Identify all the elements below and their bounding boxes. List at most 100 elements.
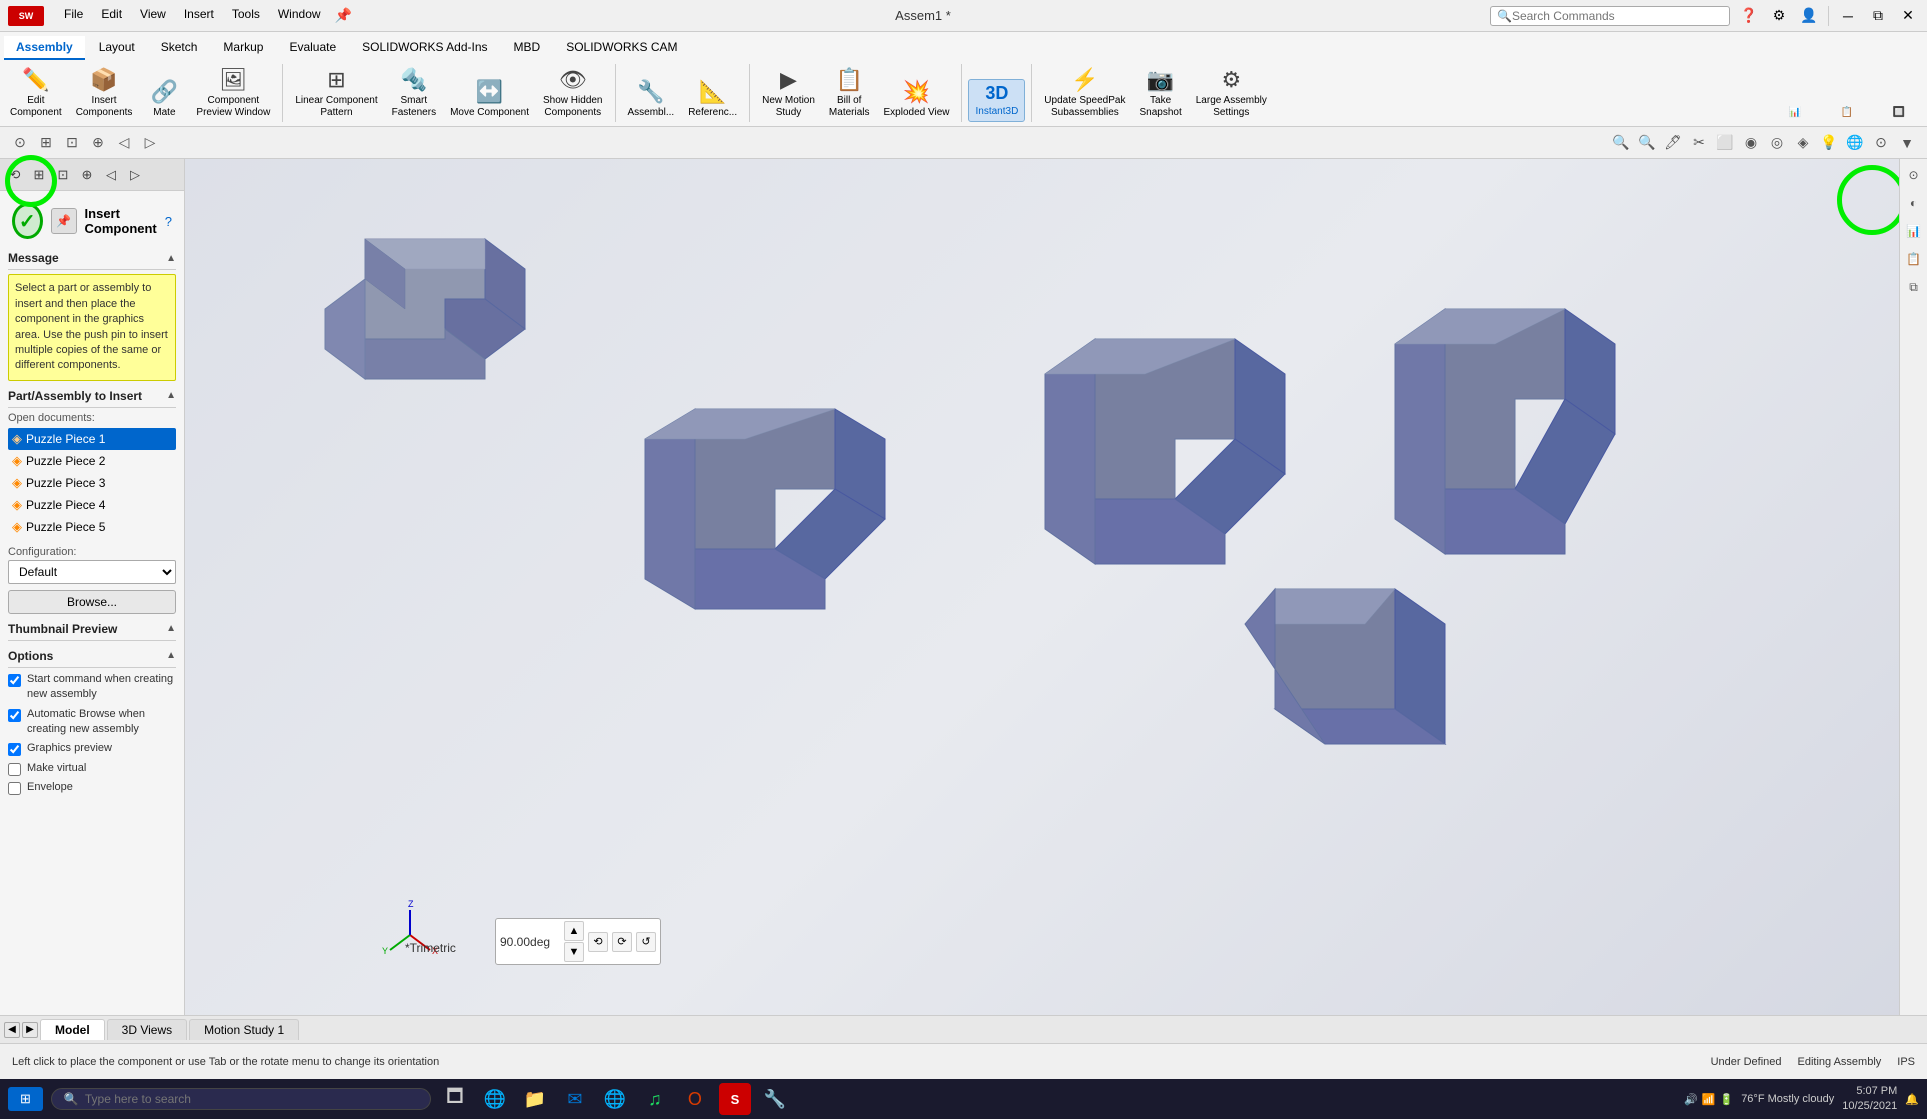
right-panel-3[interactable]: 🔲 [1875, 104, 1923, 122]
edit-app-btn[interactable]: ◈ [1791, 131, 1815, 155]
menu-window[interactable]: Window [270, 4, 329, 27]
tab-markup[interactable]: Markup [211, 36, 275, 60]
rotate-btn[interactable]: ✂ [1687, 131, 1711, 155]
notification-btn[interactable]: 🔔 [1905, 1093, 1919, 1106]
panel-tool-5[interactable]: ◁ [100, 164, 122, 186]
push-pin-button[interactable]: 📌 [51, 208, 77, 234]
edit-component-button[interactable]: ✏️ EditComponent [4, 64, 68, 122]
reference-button[interactable]: 📐 Referenc... [682, 76, 743, 122]
exploded-view-button[interactable]: 💥 Exploded View [878, 76, 956, 122]
menu-edit[interactable]: Edit [93, 4, 130, 27]
panel-tool-6[interactable]: ▷ [124, 164, 146, 186]
scene-btn[interactable]: 🌐 [1843, 131, 1867, 155]
rotation-down-btn[interactable]: ▼ [564, 942, 584, 962]
move-component-button[interactable]: ↔️ Move Component [444, 76, 535, 122]
section-view-btn[interactable]: ⬜ [1713, 131, 1737, 155]
hide-show-btn[interactable]: ◎ [1765, 131, 1789, 155]
search-commands-input[interactable] [1512, 9, 1712, 23]
linear-pattern-button[interactable]: ⊞ Linear ComponentPattern [289, 64, 383, 122]
rotation-preset-3-btn[interactable]: ↺ [636, 932, 656, 952]
tab-solidworks-cam[interactable]: SOLIDWORKS CAM [554, 36, 689, 60]
display-style-btn[interactable]: ◉ [1739, 131, 1763, 155]
tray-icon-1[interactable]: 🔊 [1684, 1093, 1698, 1106]
search-commands-box[interactable]: 🔍 [1490, 6, 1730, 26]
large-assembly-button[interactable]: ⚙ Large AssemblySettings [1190, 64, 1273, 122]
option-envelope-checkbox[interactable] [8, 782, 21, 795]
prev-view-btn[interactable]: ◁ [112, 131, 136, 155]
options-section-header[interactable]: Options ▲ [8, 645, 176, 668]
edge-btn[interactable]: 🌐 [479, 1083, 511, 1115]
option-start-cmd-checkbox[interactable] [8, 674, 21, 687]
close-button[interactable]: ✕ [1897, 5, 1919, 27]
view-orientation-btn[interactable]: ⊙ [8, 131, 32, 155]
tab-evaluate[interactable]: Evaluate [277, 36, 348, 60]
pan-btn[interactable]: 🖊 [1661, 131, 1685, 155]
edge2-btn[interactable]: 🌐 [599, 1083, 631, 1115]
option-auto-browse-checkbox[interactable] [8, 709, 21, 722]
option-graphics-preview-checkbox[interactable] [8, 743, 21, 756]
tab-assembly[interactable]: Assembly [4, 36, 85, 60]
ok-button[interactable]: ✓ [12, 203, 43, 239]
option-make-virtual-checkbox[interactable] [8, 763, 21, 776]
start-button[interactable]: ⊞ [8, 1087, 43, 1111]
app2-btn[interactable]: 🔧 [759, 1083, 791, 1115]
right-sidebar-btn-3[interactable]: 📊 [1902, 219, 1926, 243]
settings-button[interactable]: ⚙ [1768, 5, 1790, 27]
tab-mbd[interactable]: MBD [502, 36, 553, 60]
panel-tool-1[interactable]: ⟲ [4, 164, 26, 186]
pin-icon[interactable]: 📌 [331, 4, 356, 27]
tab-next-btn[interactable]: ▶ [22, 1022, 38, 1038]
update-speedpak-button[interactable]: ⚡ Update SpeedPakSubassemblies [1038, 64, 1131, 122]
message-section-header[interactable]: Message ▲ [8, 247, 176, 270]
rotation-preset-1-btn[interactable]: ⟲ [588, 932, 608, 952]
menu-view[interactable]: View [132, 4, 174, 27]
panel-tool-4[interactable]: ⊕ [76, 164, 98, 186]
new-motion-study-button[interactable]: ▶ New MotionStudy [756, 64, 821, 122]
taskbar-search-input[interactable] [85, 1092, 385, 1106]
time-display[interactable]: 5:07 PM 10/25/2021 [1842, 1084, 1897, 1115]
menu-file[interactable]: File [56, 4, 91, 27]
assembly-button[interactable]: 🔧 Assembl... [622, 76, 681, 122]
taskbar-search[interactable]: 🔍 [51, 1088, 431, 1110]
mate-button[interactable]: 🔗 Mate [140, 76, 188, 122]
next-view-btn[interactable]: ▷ [138, 131, 162, 155]
panel-tool-3[interactable]: ⊡ [52, 164, 74, 186]
tab-solidworks-addins[interactable]: SOLIDWORKS Add-Ins [350, 36, 499, 60]
rotation-preset-2-btn[interactable]: ⟳ [612, 932, 632, 952]
tab-prev-btn[interactable]: ◀ [4, 1022, 20, 1038]
config-select[interactable]: Default [8, 560, 176, 584]
right-sidebar-btn-2[interactable]: ◐ [1902, 191, 1926, 215]
origin-btn[interactable]: ⊕ [86, 131, 110, 155]
tray-icon-3[interactable]: 🔋 [1719, 1093, 1733, 1106]
canvas[interactable]: X Y Z *Trimetric 90.00deg ▲ ▼ ⟲ ⟳ ↺ ⊙ ◐ … [185, 159, 1927, 1015]
tab-layout[interactable]: Layout [87, 36, 147, 60]
restore-button[interactable]: ⧉ [1867, 5, 1889, 27]
insert-components-button[interactable]: 📦 InsertComponents [70, 64, 139, 122]
doc-item-1[interactable]: ◈ Puzzle Piece 1 [8, 428, 176, 450]
explorer-btn[interactable]: 📁 [519, 1083, 551, 1115]
doc-item-3[interactable]: ◈ Puzzle Piece 3 [8, 472, 176, 494]
help-button[interactable]: ❓ [1738, 5, 1760, 27]
rotation-up-btn[interactable]: ▲ [564, 921, 584, 941]
view-settings-btn[interactable]: ⊙ [1869, 131, 1893, 155]
right-panel-1[interactable]: 📊 [1771, 104, 1819, 122]
tab-model[interactable]: Model [40, 1019, 105, 1040]
lights-btn[interactable]: 💡 [1817, 131, 1841, 155]
panel-tool-2[interactable]: ⊞ [28, 164, 50, 186]
office-btn[interactable]: O [679, 1083, 711, 1115]
menu-tools[interactable]: Tools [224, 4, 268, 27]
thumbnail-section-header[interactable]: Thumbnail Preview ▲ [8, 618, 176, 641]
instant3d-button[interactable]: 3D Instant3D [968, 79, 1025, 123]
show-hidden-button[interactable]: 👁 Show HiddenComponents [537, 64, 608, 122]
tab-sketch[interactable]: Sketch [149, 36, 210, 60]
zoom-box-btn[interactable]: 🔍 [1635, 131, 1659, 155]
doc-item-2[interactable]: ◈ Puzzle Piece 2 [8, 450, 176, 472]
right-sidebar-btn-5[interactable]: ⧉ [1902, 275, 1926, 299]
menu-insert[interactable]: Insert [176, 4, 222, 27]
doc-item-4[interactable]: ◈ Puzzle Piece 4 [8, 494, 176, 516]
zoom-fit-btn[interactable]: 🔍 [1609, 131, 1633, 155]
tab-motion-study-1[interactable]: Motion Study 1 [189, 1019, 299, 1040]
apply-view-btn[interactable]: ▼ [1895, 131, 1919, 155]
mail-btn[interactable]: ✉ [559, 1083, 591, 1115]
right-sidebar-btn-1[interactable]: ⊙ [1902, 163, 1926, 187]
